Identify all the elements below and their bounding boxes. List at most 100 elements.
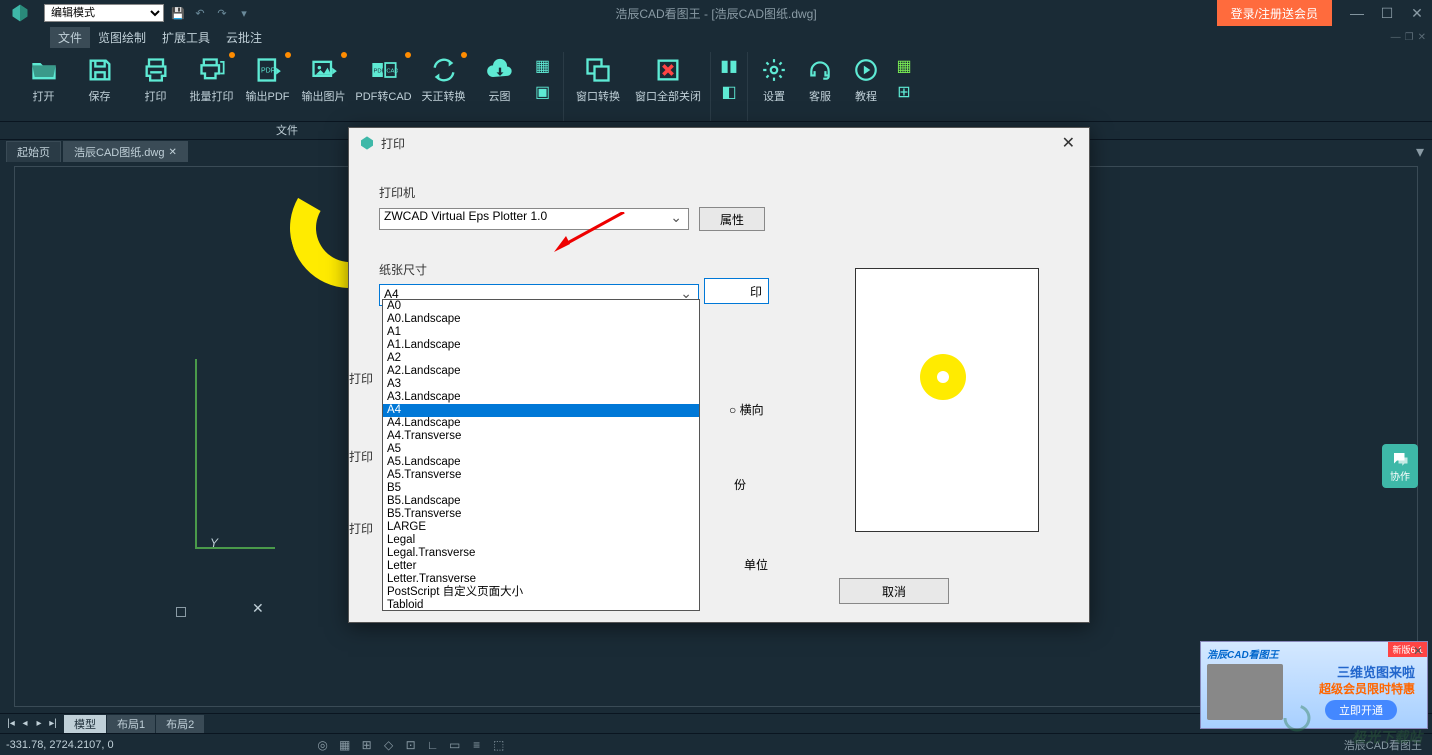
qat-undo-icon[interactable]: ↶ — [192, 5, 208, 21]
sub-minimize-icon[interactable]: — — [1391, 32, 1401, 43]
folder-open-icon — [28, 54, 60, 86]
login-button[interactable]: 登录/注册送会员 — [1217, 0, 1332, 26]
dd-item[interactable]: A4.Transverse — [383, 430, 699, 443]
svg-text:PDF: PDF — [261, 67, 275, 74]
dd-item[interactable]: A3.Landscape — [383, 391, 699, 404]
dd-item[interactable]: PostScript 自定义页面大小 — [383, 586, 699, 599]
status-sel-icon[interactable]: ⬚ — [490, 736, 508, 754]
dd-item[interactable]: A5.Transverse — [383, 469, 699, 482]
dd-item[interactable]: A1.Landscape — [383, 339, 699, 352]
dd-item-selected[interactable]: A4 — [383, 404, 699, 417]
dd-item[interactable]: A2.Landscape — [383, 365, 699, 378]
ribbon-grid-icon[interactable]: ▦ — [894, 56, 914, 76]
ribbon-tutorial[interactable]: 教程 — [844, 52, 888, 106]
ribbon-new-icon[interactable]: ▦ — [533, 56, 553, 76]
ribbon-cloud[interactable]: 云图 — [473, 52, 527, 106]
ribbon-export-image[interactable]: 输出图片 — [297, 52, 351, 106]
tab-list-dropdown-icon[interactable]: ▾ — [1408, 142, 1432, 162]
status-polar-icon[interactable]: ◇ — [380, 736, 398, 754]
pause-bot-icon[interactable]: ◧ — [719, 82, 739, 102]
float-collab-button[interactable]: 协作 — [1382, 444, 1418, 488]
status-ortho-icon[interactable]: ⊞ — [358, 736, 376, 754]
layout-tab-model[interactable]: 模型 — [64, 715, 106, 733]
orientation-radio[interactable]: ○ 横向 — [729, 401, 764, 418]
status-lwt-icon[interactable]: ≡ — [468, 736, 486, 754]
ribbon-export-pdf[interactable]: PDF输出PDF — [241, 52, 295, 106]
layout-tab-1[interactable]: 布局1 — [107, 715, 155, 733]
promo-close-icon[interactable]: ✕ — [1413, 644, 1423, 658]
ribbon-open[interactable]: 打开 — [17, 52, 71, 106]
layout-nav-prev-icon[interactable]: ◂ — [18, 717, 32, 731]
menu-ext-tools[interactable]: 扩展工具 — [154, 27, 218, 48]
promo-cta-button[interactable]: 立即开通 — [1325, 700, 1397, 720]
ribbon-service[interactable]: 客服 — [798, 52, 842, 106]
dd-item[interactable]: A4.Landscape — [383, 417, 699, 430]
ribbon-save[interactable]: 保存 — [73, 52, 127, 106]
dd-item[interactable]: A2 — [383, 352, 699, 365]
ribbon-pdf-to-cad[interactable]: PDFCADPDF转CAD — [353, 52, 415, 106]
close-icon[interactable]: ✕ — [1402, 0, 1432, 26]
ok-button-partial[interactable]: 印 — [704, 278, 769, 304]
dd-item[interactable]: A3 — [383, 378, 699, 391]
minimize-icon[interactable]: — — [1342, 0, 1372, 26]
ribbon-apps-icon[interactable]: ⊞ — [894, 82, 914, 102]
doc-tab-file[interactable]: 浩辰CAD图纸.dwg✕ — [63, 141, 188, 162]
qat-dropdown-icon[interactable]: ▾ — [236, 5, 252, 21]
dd-item[interactable]: A0 — [383, 300, 699, 313]
unit-label: 单位 — [744, 556, 768, 573]
status-dyn-icon[interactable]: ▭ — [446, 736, 464, 754]
sub-close-icon[interactable]: ✕ — [1418, 32, 1426, 43]
layout-nav-last-icon[interactable]: ▸| — [46, 717, 60, 731]
dd-item[interactable]: Legal.Transverse — [383, 547, 699, 560]
status-snap-icon[interactable]: ◎ — [314, 736, 332, 754]
status-grid-icon[interactable]: ▦ — [336, 736, 354, 754]
gear-icon — [758, 54, 790, 86]
dd-item[interactable]: A5.Landscape — [383, 456, 699, 469]
layout-tab-2[interactable]: 布局2 — [156, 715, 204, 733]
convert-icon — [428, 54, 460, 86]
dd-item[interactable]: Letter.Transverse — [383, 573, 699, 586]
pause-top-icon[interactable]: ▮▮ — [719, 56, 739, 76]
dd-item[interactable]: LARGE — [383, 521, 699, 534]
dd-item[interactable]: Legal — [383, 534, 699, 547]
ribbon-misc-icon[interactable]: ▣ — [533, 82, 553, 102]
ribbon-tianzheng[interactable]: 天正转换 — [417, 52, 471, 106]
printer-icon — [140, 54, 172, 86]
layout-nav-next-icon[interactable]: ▸ — [32, 717, 46, 731]
ribbon-close-all[interactable]: 窗口全部关闭 — [630, 52, 706, 106]
promo-image — [1207, 664, 1283, 720]
layout-nav-first-icon[interactable]: |◂ — [4, 717, 18, 731]
dd-item[interactable]: B5.Landscape — [383, 495, 699, 508]
printer-select[interactable]: ZWCAD Virtual Eps Plotter 1.0 — [379, 208, 689, 230]
dd-item[interactable]: A5 — [383, 443, 699, 456]
ribbon-batch-print[interactable]: 批量打印 — [185, 52, 239, 106]
cancel-button[interactable]: 取消 — [839, 578, 949, 604]
dd-item[interactable]: A0.Landscape — [383, 313, 699, 326]
sub-restore-icon[interactable]: ❐ — [1405, 32, 1414, 43]
dialog-close-button[interactable]: ✕ — [1058, 133, 1079, 153]
status-track-icon[interactable]: ∟ — [424, 736, 442, 754]
status-osnap-icon[interactable]: ⊡ — [402, 736, 420, 754]
maximize-icon[interactable]: ☐ — [1372, 0, 1402, 26]
menu-view-draw[interactable]: 览图绘制 — [90, 27, 154, 48]
doc-tab-start[interactable]: 起始页 — [6, 141, 61, 162]
dd-item[interactable]: A1 — [383, 326, 699, 339]
dialog-logo-icon — [359, 135, 375, 151]
mode-select[interactable]: 编辑模式 — [44, 4, 164, 22]
tab-close-icon[interactable]: ✕ — [168, 147, 176, 158]
printer-properties-button[interactable]: 属性 — [699, 207, 765, 231]
menu-cloud-annot[interactable]: 云批注 — [218, 27, 270, 48]
batch-printer-icon — [196, 54, 228, 86]
qat-redo-icon[interactable]: ↷ — [214, 5, 230, 21]
ribbon-print[interactable]: 打印 — [129, 52, 183, 106]
ribbon-window-switch[interactable]: 窗口转换 — [568, 52, 628, 106]
dd-item[interactable]: Tabloid — [383, 599, 699, 611]
dd-item[interactable]: B5.Transverse — [383, 508, 699, 521]
dd-item[interactable]: Letter — [383, 560, 699, 573]
menu-file[interactable]: 文件 — [50, 27, 90, 48]
qat-save-icon[interactable]: 💾 — [170, 5, 186, 21]
dd-item[interactable]: B5 — [383, 482, 699, 495]
ribbon-settings[interactable]: 设置 — [752, 52, 796, 106]
paper-size-dropdown[interactable]: A0 A0.Landscape A1 A1.Landscape A2 A2.La… — [382, 299, 700, 611]
preview-shape — [920, 354, 966, 400]
